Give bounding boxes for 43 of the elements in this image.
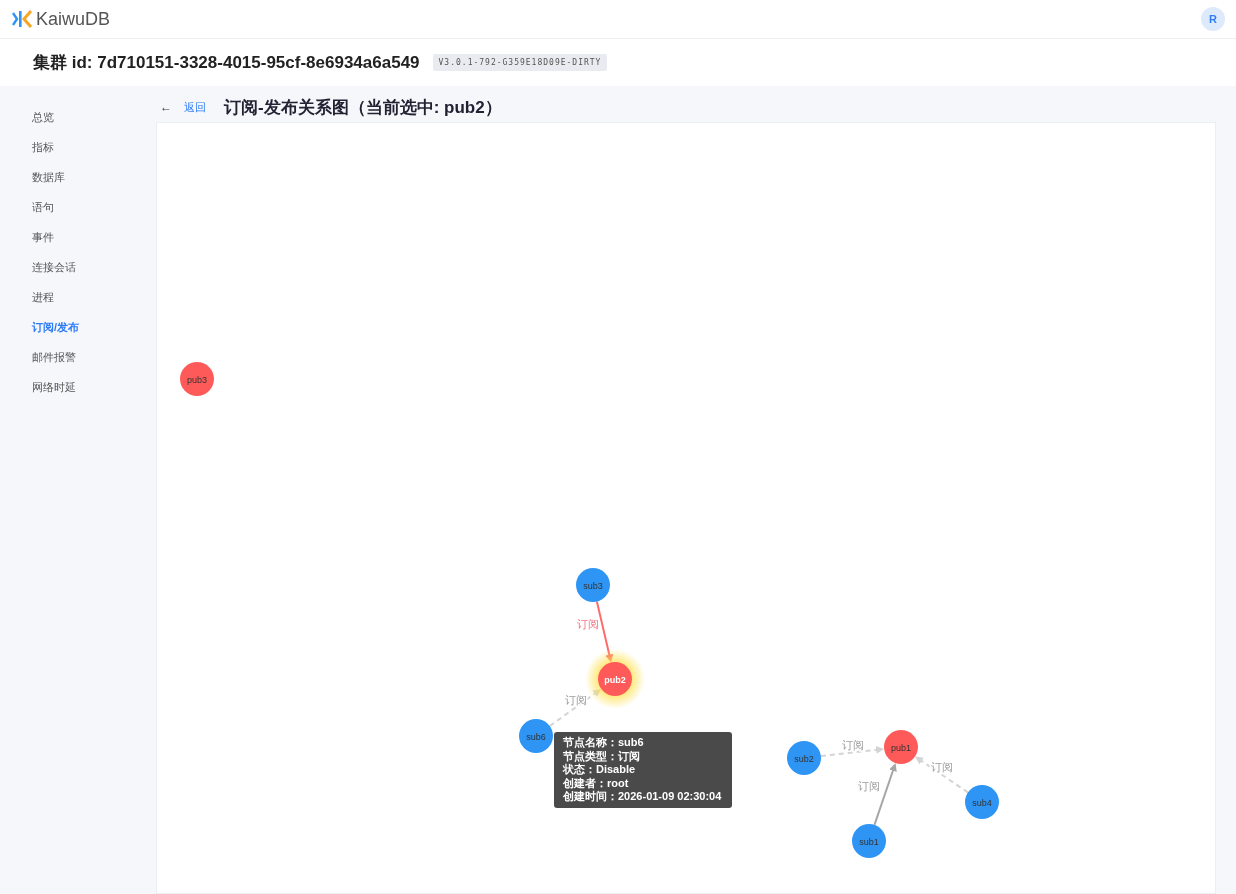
node-label: pub2	[604, 674, 626, 685]
edge-label: 订阅	[841, 738, 864, 751]
sidebar-item[interactable]: 指标	[0, 140, 156, 170]
graph-node[interactable]	[884, 730, 918, 764]
sidebar-item[interactable]: 总览	[0, 110, 156, 140]
cluster-title: 集群 id: 7d710151-3328-4015-95cf-8e6934a6a549	[33, 52, 420, 74]
node-label: sub2	[794, 753, 814, 764]
logo-icon	[11, 9, 33, 29]
version-tag: V3.0.1-792-G359E18D09E-DIRTY	[432, 54, 608, 71]
back-link[interactable]: 返回	[184, 99, 206, 115]
graph-node[interactable]	[787, 741, 821, 775]
edge-label: 订阅	[858, 780, 880, 792]
page-title: 订阅-发布关系图（当前选中: pub2）	[224, 96, 502, 119]
sidebar-item[interactable]: 订阅/发布	[0, 320, 156, 350]
node-label: sub4	[972, 797, 992, 808]
sidebar-item[interactable]: 语句	[0, 200, 156, 230]
tooltip-line: 状态：Disable	[563, 763, 637, 777]
sidebar-item[interactable]: 事件	[0, 230, 156, 260]
logo-text: KaiwuDB	[36, 8, 111, 30]
tooltip-line: 节点名称：sub6	[563, 736, 645, 750]
edge-label: 订阅	[564, 693, 587, 706]
sidebar-item[interactable]: 进程	[0, 290, 156, 320]
sidebar-item[interactable]: 连接会话	[0, 260, 156, 290]
graph-node[interactable]	[598, 662, 632, 696]
edge-label: 订阅	[577, 618, 599, 630]
sidebar-item[interactable]: 邮件报警	[0, 350, 156, 380]
graph-node[interactable]	[180, 362, 214, 396]
node-label: pub1	[891, 742, 911, 753]
back-arrow-icon[interactable]: ←	[160, 100, 172, 114]
graph-node[interactable]	[519, 719, 553, 753]
sidebar-item[interactable]: 数据库	[0, 170, 156, 200]
tooltip-line: 节点类型：订阅	[563, 749, 641, 763]
tooltip-line: 创建者：root	[563, 776, 630, 790]
graph-node[interactable]	[576, 568, 610, 602]
tooltip-line: 创建时间：2026-01-09 02:30:04	[563, 790, 723, 804]
node-label: sub3	[583, 580, 603, 591]
node-label: sub1	[859, 836, 879, 847]
edge-label: 订阅	[930, 760, 953, 773]
graph-node[interactable]	[965, 785, 999, 819]
graph-node[interactable]	[852, 824, 886, 858]
node-label: sub6	[526, 731, 546, 742]
node-label: pub3	[187, 374, 207, 385]
sidebar-item[interactable]: 网络时延	[0, 380, 156, 410]
